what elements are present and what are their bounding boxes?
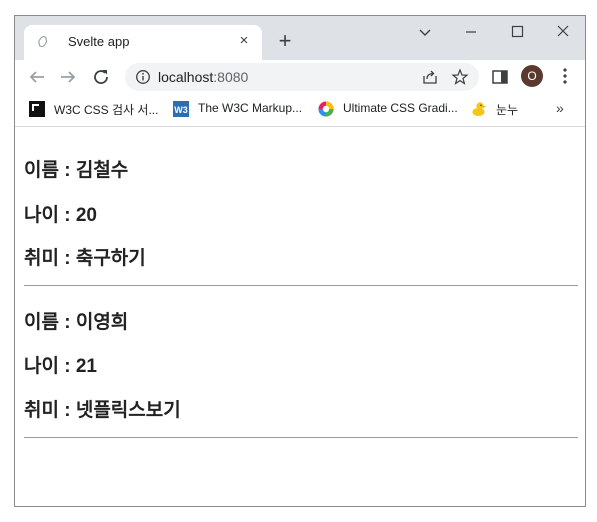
- tab-search-chevron-icon[interactable]: [413, 20, 437, 44]
- url-text: localhost:8080: [158, 69, 248, 85]
- divider: [24, 437, 578, 438]
- tab-title: Svelte app: [68, 34, 130, 49]
- bookmarks-overflow-icon[interactable]: »: [556, 100, 564, 116]
- bookmark-label: W3C CSS 검사 서...: [54, 103, 159, 117]
- person-age: 나이 : 21: [24, 356, 97, 377]
- side-panel-icon[interactable]: [490, 67, 510, 87]
- forward-arrow-icon[interactable]: [56, 65, 80, 89]
- tab-svelte-app[interactable]: Svelte app ×: [24, 25, 262, 60]
- person-hobby: 취미 : 넷플릭스보기: [24, 400, 181, 421]
- tab-close-icon[interactable]: ×: [236, 33, 252, 49]
- divider: [24, 285, 578, 286]
- reload-icon[interactable]: [89, 65, 113, 89]
- browser-window: Svelte app × + localhost:8080 O W3C CSS …: [14, 15, 586, 507]
- person-age: 나이 : 20: [24, 205, 97, 226]
- more-menu-icon[interactable]: [556, 66, 574, 86]
- page-content: 이름 : 김철수 나이 : 20 취미 : 축구하기 이름 : 이영희 나이 :…: [15, 127, 585, 506]
- person-name: 이름 : 이영희: [24, 312, 129, 333]
- profile-avatar[interactable]: O: [521, 65, 543, 87]
- w3c-markup-icon: W3: [173, 101, 189, 117]
- bookmark-label: The W3C Markup...: [198, 101, 303, 115]
- person-hobby: 취미 : 축구하기: [24, 248, 146, 269]
- bookmark-label: 눈누: [496, 103, 519, 117]
- url-port: :8080: [213, 69, 249, 85]
- svg-text:W3: W3: [174, 105, 188, 115]
- duck-icon: [472, 102, 486, 116]
- color-wheel-icon: [318, 101, 334, 117]
- tab-strip: Svelte app × +: [15, 16, 585, 60]
- browser-toolbar: localhost:8080 O: [15, 60, 585, 94]
- address-bar[interactable]: localhost:8080: [125, 63, 479, 91]
- site-info-icon[interactable]: [135, 69, 151, 85]
- new-tab-button[interactable]: +: [273, 29, 297, 53]
- w3c-css-validator-icon: [29, 101, 45, 117]
- minimize-icon[interactable]: [459, 20, 483, 44]
- url-host: localhost: [158, 69, 214, 85]
- share-icon[interactable]: [421, 68, 439, 86]
- bookmark-label: Ultimate CSS Gradi...: [343, 101, 458, 115]
- maximize-icon[interactable]: [505, 20, 529, 44]
- close-window-icon[interactable]: [551, 20, 575, 44]
- bookmark-star-icon[interactable]: [451, 68, 469, 86]
- person-name: 이름 : 김철수: [24, 160, 129, 181]
- svelte-favicon-icon: [38, 36, 48, 48]
- bookmarks-bar: W3C CSS 검사 서... W3 The W3C Markup... Ult…: [15, 94, 585, 127]
- back-arrow-icon[interactable]: [25, 65, 49, 89]
